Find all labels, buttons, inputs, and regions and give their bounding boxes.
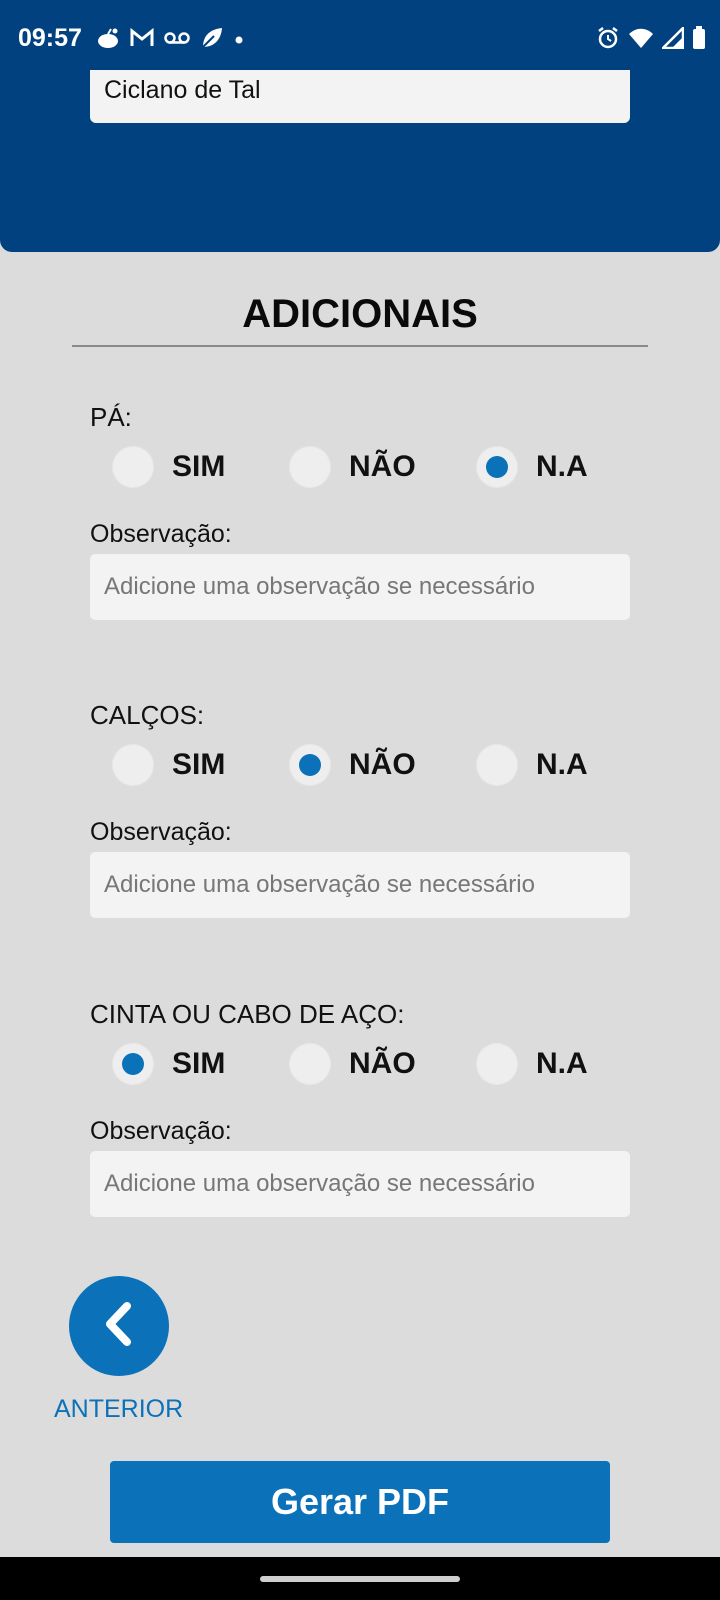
radio-circle[interactable]: [289, 446, 331, 488]
section-title: ADICIONAIS: [242, 292, 478, 336]
observation-label: Observação:: [90, 1117, 232, 1145]
previous-label[interactable]: ANTERIOR: [54, 1395, 183, 1424]
radio-label: SIM: [172, 1047, 226, 1080]
radio-na[interactable]: N.A: [476, 446, 588, 488]
observation-input[interactable]: [90, 554, 630, 620]
wifi-icon: [628, 27, 654, 54]
radio-na[interactable]: N.A: [476, 744, 588, 786]
home-gesture-handle[interactable]: [260, 1576, 460, 1582]
alarm-icon: [596, 26, 620, 55]
name-field[interactable]: Ciclano de Tal: [90, 70, 630, 123]
status-time: 09:57: [18, 24, 82, 52]
radio-nao[interactable]: NÃO: [289, 1043, 416, 1085]
observation-label: Observação:: [90, 818, 232, 846]
radio-na[interactable]: N.A: [476, 1043, 588, 1085]
radio-circle[interactable]: [112, 744, 154, 786]
chevron-left-icon: [99, 1301, 139, 1352]
radio-label: NÃO: [349, 748, 416, 781]
radio-label: N.A: [536, 450, 588, 483]
leaf-icon: [200, 26, 224, 55]
voicemail-icon: [164, 31, 190, 50]
question-label: CALÇOS:: [90, 700, 205, 730]
radio-sim[interactable]: SIM: [112, 446, 225, 488]
radio-circle-selected[interactable]: [112, 1043, 154, 1085]
observation-input[interactable]: [90, 852, 630, 918]
question-label: PÁ:: [90, 402, 132, 432]
radio-circle[interactable]: [289, 1043, 331, 1085]
previous-button[interactable]: [69, 1276, 169, 1376]
radio-nao[interactable]: NÃO: [289, 744, 416, 786]
reddit-icon: [96, 27, 120, 54]
radio-label: N.A: [536, 748, 588, 781]
question-label: CINTA OU CABO DE AÇO:: [90, 999, 405, 1029]
radio-label: NÃO: [349, 450, 416, 483]
radio-circle[interactable]: [476, 1043, 518, 1085]
radio-circle-selected[interactable]: [476, 446, 518, 488]
system-nav-bar: [0, 1557, 720, 1600]
generate-pdf-button[interactable]: Gerar PDF: [110, 1461, 610, 1543]
radio-sim[interactable]: SIM: [112, 1043, 225, 1085]
signal-icon: [659, 24, 685, 54]
radio-label: NÃO: [349, 1047, 416, 1080]
dot-icon: [234, 32, 244, 50]
radio-label: SIM: [172, 748, 226, 781]
gmail-icon: [130, 27, 154, 53]
status-bar: 09:57: [0, 0, 720, 70]
radio-circle-selected[interactable]: [289, 744, 331, 786]
battery-icon: [692, 26, 706, 55]
observation-input[interactable]: [90, 1151, 630, 1217]
radio-label: SIM: [172, 450, 226, 483]
observation-label: Observação:: [90, 520, 232, 548]
section-divider: [72, 345, 648, 347]
radio-label: N.A: [536, 1047, 588, 1080]
radio-circle[interactable]: [476, 744, 518, 786]
radio-nao[interactable]: NÃO: [289, 446, 416, 488]
radio-circle[interactable]: [112, 446, 154, 488]
radio-sim[interactable]: SIM: [112, 744, 225, 786]
